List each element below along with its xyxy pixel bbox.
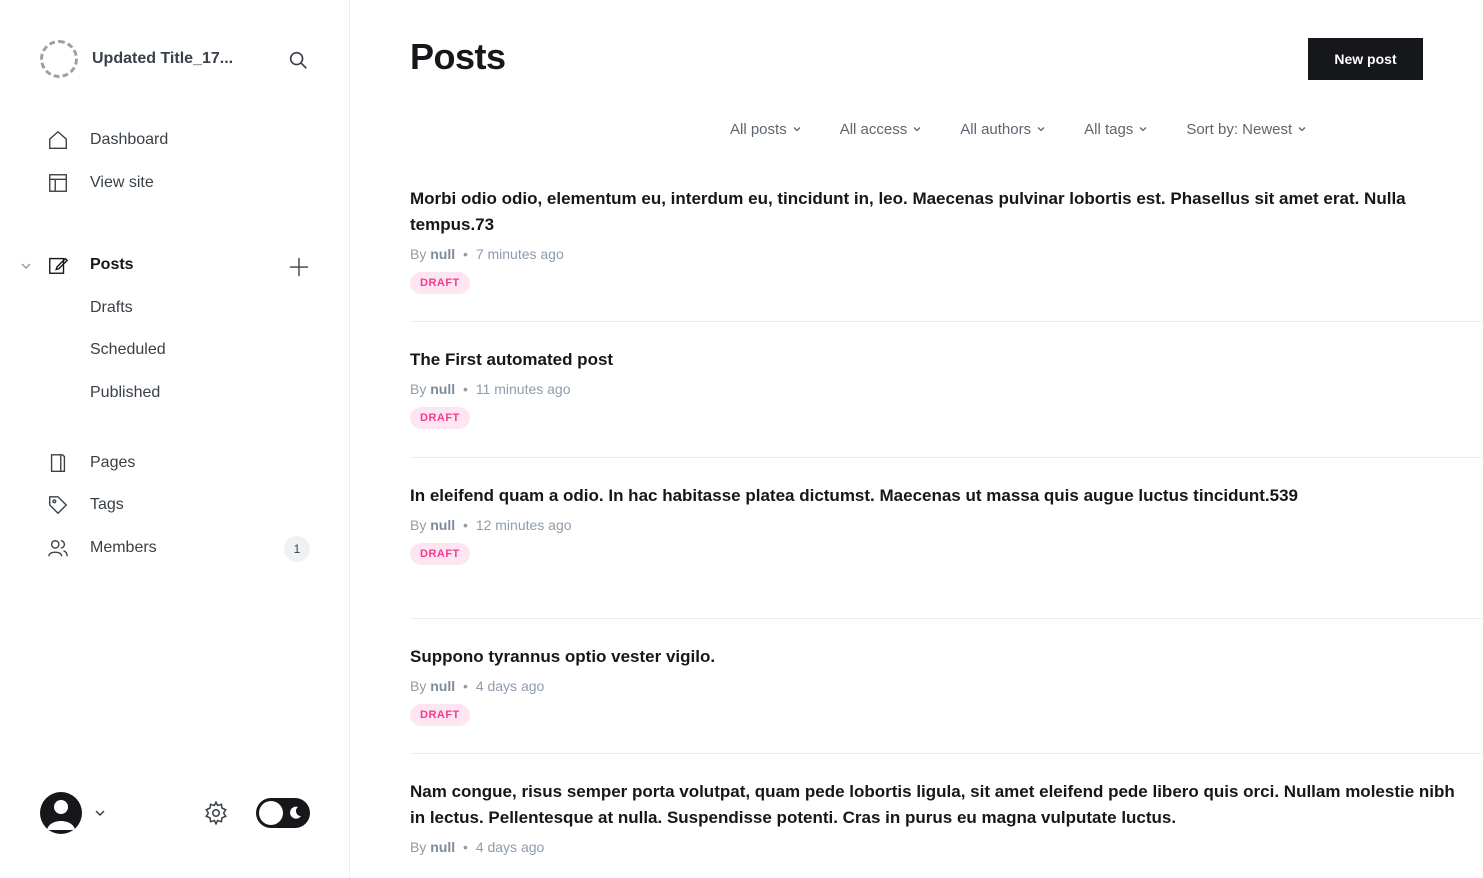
page-icon [46,451,70,475]
site-header: Updated Title_17... [40,40,310,78]
post-meta: By null • 4 days ago [410,839,545,855]
post-time: 11 minutes ago [475,381,571,397]
post-time: 4 days ago [475,678,545,694]
site-title[interactable]: Updated Title_17... [92,50,267,68]
filter-posts-dropdown[interactable]: All posts [730,121,802,138]
divider [410,457,1483,458]
filter-bar: All posts All access All authors All tag… [730,118,1307,140]
post-meta: By null • 4 days ago [410,678,545,694]
post-title[interactable]: In eleifend quam a odio. In hac habitass… [410,483,1473,509]
post-meta: By null • 7 minutes ago [410,246,564,262]
post-time: 7 minutes ago [475,246,564,262]
post-author: null [430,246,456,262]
sidebar-item-label: Members [90,539,157,556]
filter-label: All tags [1084,120,1134,138]
filter-label: All access [839,120,908,138]
members-icon [46,536,70,560]
sidebar-item-members[interactable]: Members [46,535,157,561]
post-meta: By null • 12 minutes ago [410,517,572,533]
post-author: null [430,517,456,533]
sidebar-item-published[interactable]: Published [90,381,160,405]
filter-label: Sort by: Newest [1186,120,1293,138]
post-list-item[interactable]: Suppono tyrannus optio vester vigilo. By… [410,644,1473,726]
sidebar-item-scheduled[interactable]: Scheduled [90,338,166,362]
toggle-knob [259,801,283,825]
sidebar-item-label: Tags [90,496,124,513]
status-badge: DRAFT [410,543,470,565]
divider [410,753,1483,754]
moon-icon [290,806,301,819]
chevron-down-icon[interactable] [92,805,108,821]
chevron-down-icon [793,127,801,132]
sidebar-item-drafts[interactable]: Drafts [90,296,133,320]
post-list-item[interactable]: Nam congue, risus semper porta volutpat,… [410,779,1473,857]
by-label: By [410,246,427,262]
layout-icon [46,171,70,195]
post-author: null [430,381,456,397]
post-time: 12 minutes ago [475,517,572,533]
sidebar-item-pages[interactable]: Pages [46,450,135,476]
sidebar-item-label: Posts [90,256,134,273]
post-time: 4 days ago [475,839,545,855]
post-title[interactable]: The First automated post [410,347,1473,373]
sidebar-item-view-site[interactable]: View site [46,170,154,196]
filter-label: All posts [730,120,787,138]
post-title[interactable]: Nam congue, risus semper porta volutpat,… [410,779,1473,831]
post-list-item[interactable]: The First automated post By null • 11 mi… [410,347,1473,429]
filter-label: All authors [960,120,1032,138]
chevron-down-icon [1139,127,1147,132]
post-author: null [430,678,456,694]
post-title[interactable]: Morbi odio odio, elementum eu, interdum … [410,186,1473,238]
by-label: By [410,517,427,533]
add-post-icon[interactable] [286,254,312,280]
sidebar-item-tags[interactable]: Tags [46,492,124,518]
chevron-down-icon[interactable] [18,258,34,274]
status-badge: DRAFT [410,272,470,294]
sidebar-item-label: View site [90,174,154,191]
tag-icon [46,493,70,517]
status-badge: DRAFT [410,704,470,726]
status-badge: DRAFT [410,407,470,429]
sidebar-item-posts[interactable]: Posts [46,252,134,278]
by-label: By [410,839,427,855]
home-icon [46,128,70,152]
post-list-item[interactable]: In eleifend quam a odio. In hac habitass… [410,483,1473,565]
dark-mode-toggle[interactable] [256,798,310,828]
main-content: Posts New post All posts All access All … [350,0,1483,878]
by-label: By [410,678,427,694]
filter-authors-dropdown[interactable]: All authors [960,121,1046,138]
chevron-down-icon [913,127,921,132]
post-title[interactable]: Suppono tyrannus optio vester vigilo. [410,644,1473,670]
members-count-badge: 1 [284,536,310,562]
gear-icon[interactable] [203,800,229,826]
filter-tags-dropdown[interactable]: All tags [1084,121,1148,138]
divider [410,321,1483,322]
site-logo[interactable] [40,40,78,78]
chevron-down-icon [1298,127,1306,132]
sidebar-item-label: Dashboard [90,131,169,148]
edit-icon [46,253,70,277]
post-meta: By null • 11 minutes ago [410,381,571,397]
post-list-item[interactable]: Morbi odio odio, elementum eu, interdum … [410,186,1473,294]
avatar[interactable] [40,792,82,834]
sidebar: Updated Title_17... Dashboard View site … [0,0,350,878]
sidebar-item-label: Pages [90,454,136,471]
divider [410,618,1483,619]
page-title: Posts [410,36,506,77]
filter-access-dropdown[interactable]: All access [840,121,923,138]
search-icon[interactable] [286,48,310,72]
new-post-button[interactable]: New post [1308,38,1423,80]
post-author: null [430,839,456,855]
by-label: By [410,381,427,397]
sort-dropdown[interactable]: Sort by: Newest [1186,121,1307,138]
chevron-down-icon [1037,127,1045,132]
sidebar-item-dashboard[interactable]: Dashboard [46,127,168,153]
